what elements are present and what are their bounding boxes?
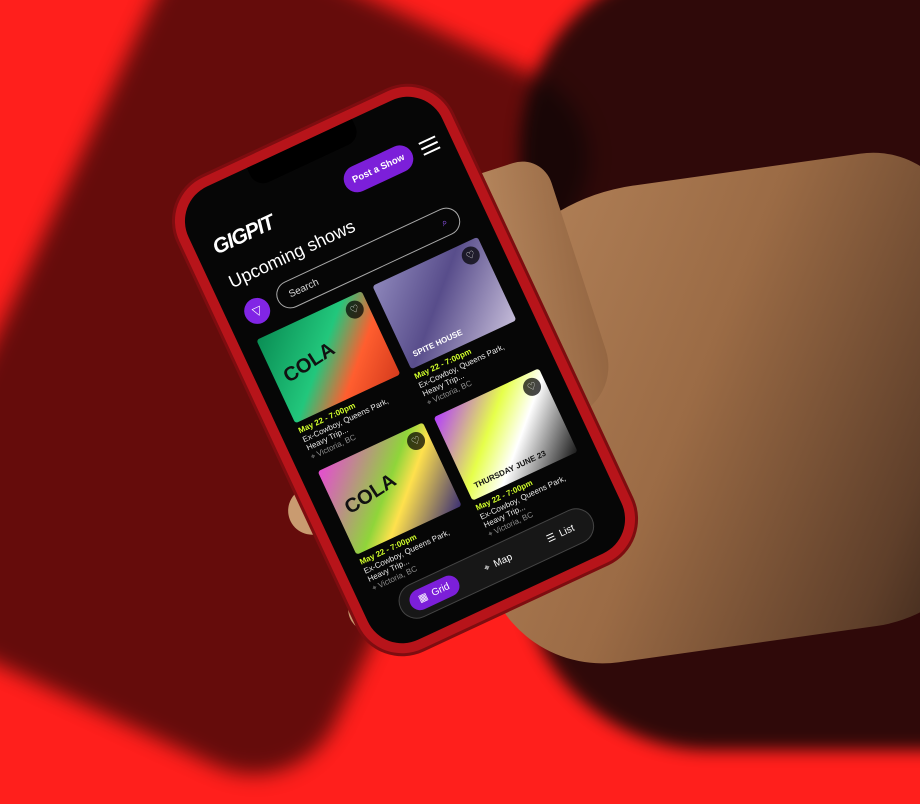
tab-map[interactable]: ⌖ Map (471, 543, 525, 583)
tab-map-label: Map (491, 551, 515, 570)
tab-grid[interactable]: ▦ Grid (405, 571, 463, 614)
tab-grid-label: Grid (429, 580, 452, 599)
hamburger-icon[interactable] (418, 135, 441, 156)
heart-icon[interactable]: ♡ (404, 429, 428, 453)
post-show-button[interactable]: Post a Show (339, 140, 418, 197)
grid-icon: ▦ (416, 590, 430, 605)
search-placeholder: Search (287, 276, 321, 300)
tab-list[interactable]: ☰ List (534, 514, 588, 554)
search-icon: ⌕ (439, 216, 450, 229)
heart-icon[interactable]: ♡ (342, 297, 367, 322)
poster-title: COLA (340, 469, 401, 519)
poster-title: COLA (279, 338, 340, 388)
heart-icon[interactable]: ♡ (458, 243, 483, 268)
heart-icon[interactable]: ♡ (520, 374, 545, 399)
tab-list-label: List (557, 522, 577, 539)
list-icon: ☰ (544, 531, 558, 545)
map-pin-icon: ⌖ (482, 561, 492, 575)
filter-button[interactable]: ▽ (239, 293, 275, 329)
filter-icon: ▽ (250, 302, 265, 320)
